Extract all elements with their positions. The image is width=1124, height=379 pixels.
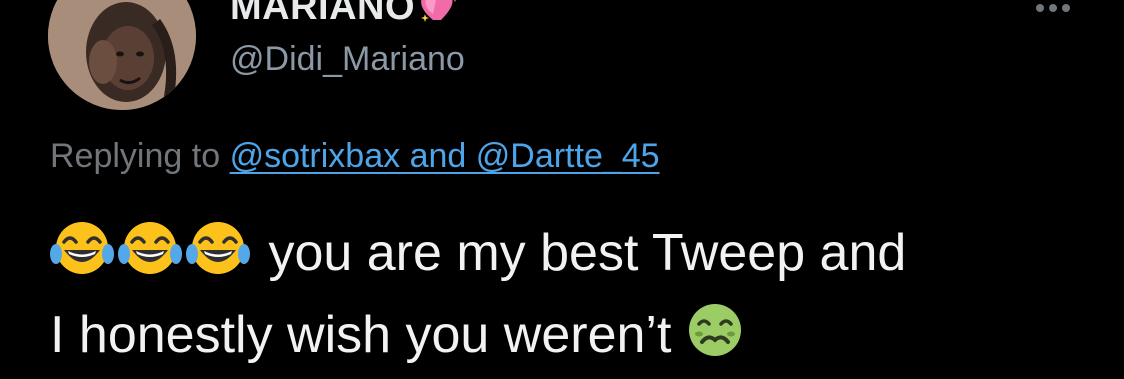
- face-with-tears-of-joy-icon: [118, 220, 182, 297]
- nauseated-face-icon: [686, 302, 744, 379]
- replying-to-line: Replying to @sotrixbax and @Dartte_45: [50, 137, 660, 176]
- display-name[interactable]: MARIANO: [230, 0, 463, 34]
- face-with-tears-of-joy-icon: [186, 220, 250, 297]
- replying-to-label: Replying to: [50, 137, 221, 175]
- reply-mentions-link[interactable]: @sotrixbax and @Dartte_45: [230, 137, 660, 175]
- tweet-text: you are my best Tweep and I honestly wis…: [50, 215, 1110, 379]
- sparkling-heart-icon: [417, 0, 463, 34]
- profile-photo: [48, 0, 196, 110]
- display-name-text: MARIANO: [230, 0, 416, 29]
- tweet-line-1: you are my best Tweep and: [268, 224, 907, 282]
- more-options-button[interactable]: [1026, 0, 1080, 22]
- avatar[interactable]: [48, 0, 196, 110]
- user-handle[interactable]: @Didi_Mariano: [230, 40, 465, 79]
- face-with-tears-of-joy-icon: [50, 220, 114, 297]
- more-options-icon: [1036, 4, 1070, 12]
- tweet-line-2: I honestly wish you weren’t: [50, 306, 672, 364]
